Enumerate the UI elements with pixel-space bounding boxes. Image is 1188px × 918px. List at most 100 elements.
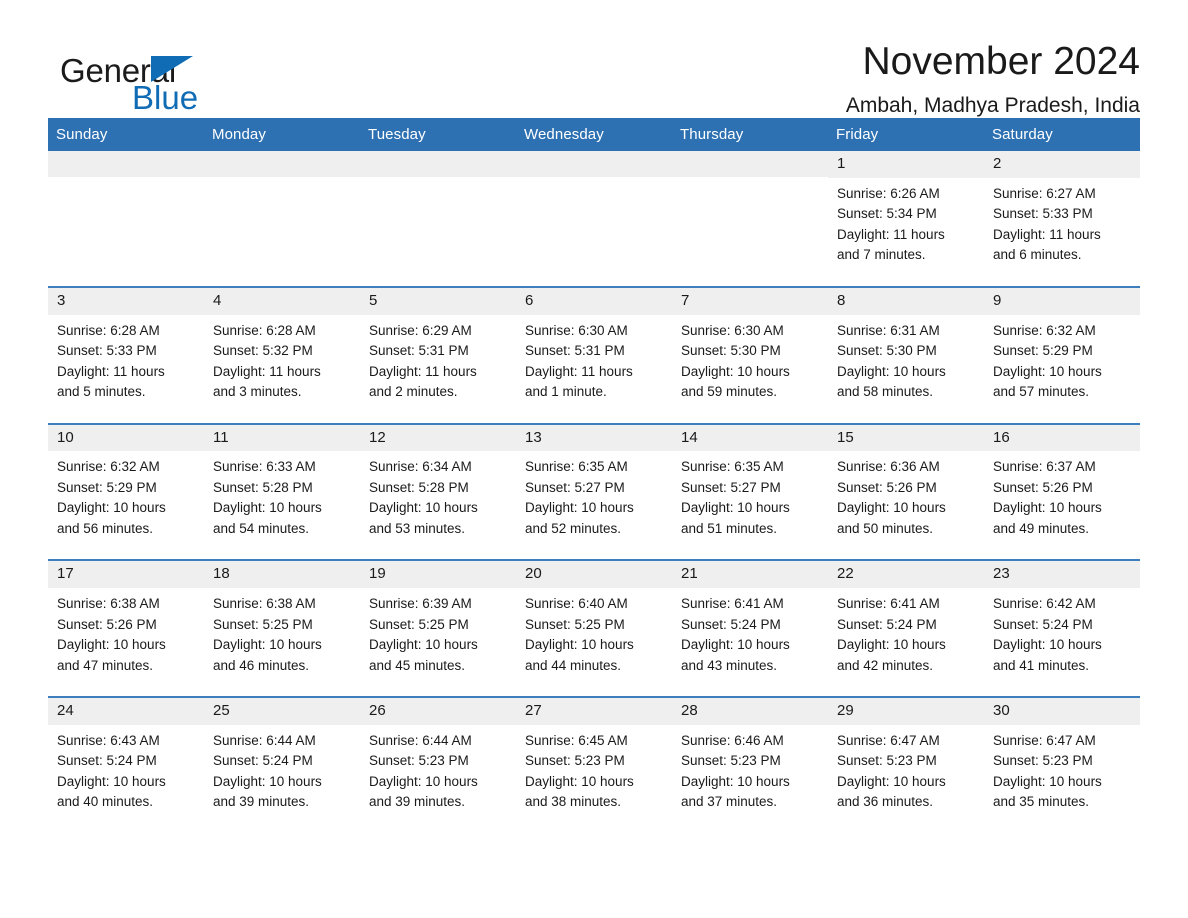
calendar-week-row: 24 Sunrise: 6:43 AM Sunset: 5:24 PM Dayligh…	[48, 696, 1140, 833]
sunrise-text: Sunrise: 6:30 AM	[681, 322, 784, 338]
calendar-day-cell[interactable]: 7 Sunrise: 6:30 AM Sunset: 5:30 PM Daylight…	[672, 285, 828, 424]
daylight-text: Daylight: 10 hours and 56 minutes.	[57, 500, 166, 536]
day-details: Sunrise: 6:41 AM Sunset: 5:24 PM Daylight:…	[828, 588, 984, 696]
sunset-text: Sunset: 5:31 PM	[525, 343, 625, 359]
daylight-text: Daylight: 10 hours and 40 minutes.	[57, 773, 166, 810]
calendar-day-cell[interactable]: 8 Sunrise: 6:31 AM Sunset: 5:30 PM Daylight…	[828, 285, 984, 424]
weekday-header-tuesday: Tuesday	[360, 118, 516, 151]
calendar-day-cell[interactable]: 10 Sunrise: 6:32 AM Sunset: 5:29 PM Dayligh…	[48, 422, 204, 561]
sunrise-text: Sunrise: 6:43 AM	[57, 732, 160, 748]
calendar-day-cell[interactable]: 2 Sunrise: 6:27 AM Sunset: 5:33 PM Daylight…	[984, 151, 1140, 287]
daylight-text: Daylight: 10 hours and 46 minutes.	[213, 637, 322, 673]
sunset-text: Sunset: 5:24 PM	[837, 616, 937, 632]
day-details: Sunrise: 6:30 AM Sunset: 5:31 PM Daylight:…	[516, 315, 672, 423]
daylight-text: Daylight: 11 hours and 3 minutes.	[213, 363, 321, 400]
day-details: Sunrise: 6:33 AM Sunset: 5:28 PM Daylight:…	[204, 451, 360, 559]
daylight-text: Daylight: 11 hours and 7 minutes.	[837, 226, 945, 263]
sunrise-text: Sunrise: 6:32 AM	[993, 322, 1096, 338]
sunrise-text: Sunrise: 6:41 AM	[837, 596, 940, 611]
general-blue-logo[interactable]: General Blue	[48, 38, 248, 114]
sunset-text: Sunset: 5:26 PM	[57, 616, 157, 632]
day-details: Sunrise: 6:38 AM Sunset: 5:25 PM Daylight:…	[204, 588, 360, 696]
daylight-text: Daylight: 10 hours and 59 minutes.	[681, 363, 790, 400]
calendar-day-cell[interactable]: 26 Sunrise: 6:44 AM Sunset: 5:23 PM Dayligh…	[360, 696, 516, 833]
day-details	[48, 177, 204, 285]
sunrise-text: Sunrise: 6:26 AM	[837, 185, 940, 201]
day-number	[672, 151, 828, 177]
calendar-day-cell[interactable]: 30 Sunrise: 6:47 AM Sunset: 5:23 PM Dayligh…	[984, 696, 1140, 833]
day-details: Sunrise: 6:37 AM Sunset: 5:26 PM Daylight:…	[984, 451, 1140, 559]
daylight-text: Daylight: 10 hours and 39 minutes.	[369, 773, 478, 810]
day-details: Sunrise: 6:26 AM Sunset: 5:34 PM Daylight:…	[828, 178, 984, 286]
calendar-day-cell[interactable]: 13 Sunrise: 6:35 AM Sunset: 5:27 PM Dayligh…	[516, 422, 672, 561]
sunset-text: Sunset: 5:33 PM	[57, 343, 157, 359]
sunset-text: Sunset: 5:23 PM	[369, 753, 469, 769]
calendar-day-cell[interactable]: 27 Sunrise: 6:45 AM Sunset: 5:23 PM Dayligh…	[516, 696, 672, 833]
sunrise-text: Sunrise: 6:38 AM	[213, 596, 316, 611]
sunset-text: Sunset: 5:23 PM	[993, 753, 1093, 769]
calendar-day-cell[interactable]: 6 Sunrise: 6:30 AM Sunset: 5:31 PM Daylight…	[516, 285, 672, 424]
day-details: Sunrise: 6:46 AM Sunset: 5:23 PM Daylight:…	[672, 725, 828, 833]
day-details: Sunrise: 6:41 AM Sunset: 5:24 PM Daylight:…	[672, 588, 828, 696]
daylight-text: Daylight: 10 hours and 49 minutes.	[993, 500, 1102, 536]
calendar-day-cell[interactable]: 4 Sunrise: 6:28 AM Sunset: 5:32 PM Daylight…	[204, 285, 360, 424]
calendar-day-cell-empty	[360, 151, 516, 287]
calendar-day-cell[interactable]: 19 Sunrise: 6:39 AM Sunset: 5:25 PM Dayligh…	[360, 559, 516, 697]
daylight-text: Daylight: 11 hours and 6 minutes.	[993, 226, 1101, 263]
calendar-body: 1 Sunrise: 6:26 AM Sunset: 5:34 PM Daylight…	[48, 151, 1140, 833]
daylight-text: Daylight: 10 hours and 43 minutes.	[681, 637, 790, 673]
daylight-text: Daylight: 11 hours and 1 minute.	[525, 363, 633, 400]
calendar-day-cell[interactable]: 28 Sunrise: 6:46 AM Sunset: 5:23 PM Dayligh…	[672, 696, 828, 833]
daylight-text: Daylight: 10 hours and 53 minutes.	[369, 500, 478, 536]
sunrise-sunset-calendar: Sunday Monday Tuesday Wednesday Thursday…	[48, 118, 1140, 833]
calendar-day-cell[interactable]: 17 Sunrise: 6:38 AM Sunset: 5:26 PM Dayligh…	[48, 559, 204, 697]
calendar-day-cell[interactable]: 5 Sunrise: 6:29 AM Sunset: 5:31 PM Daylight…	[360, 285, 516, 424]
day-details: Sunrise: 6:35 AM Sunset: 5:27 PM Daylight:…	[516, 451, 672, 559]
calendar-day-cell[interactable]: 16 Sunrise: 6:37 AM Sunset: 5:26 PM Dayligh…	[984, 422, 1140, 561]
calendar-day-cell[interactable]: 23 Sunrise: 6:42 AM Sunset: 5:24 PM Dayligh…	[984, 559, 1140, 697]
sunrise-text: Sunrise: 6:34 AM	[369, 459, 472, 475]
sunset-text: Sunset: 5:34 PM	[837, 206, 937, 222]
sunset-text: Sunset: 5:33 PM	[993, 206, 1093, 222]
calendar-day-cell[interactable]: 9 Sunrise: 6:32 AM Sunset: 5:29 PM Daylight…	[984, 285, 1140, 424]
day-details: Sunrise: 6:28 AM Sunset: 5:33 PM Daylight:…	[48, 315, 204, 423]
day-details	[204, 177, 360, 285]
daylight-text: Daylight: 10 hours and 51 minutes.	[681, 500, 790, 536]
calendar-day-cell[interactable]: 21 Sunrise: 6:41 AM Sunset: 5:24 PM Dayligh…	[672, 559, 828, 697]
sunrise-text: Sunrise: 6:35 AM	[681, 459, 784, 475]
sunset-text: Sunset: 5:23 PM	[837, 753, 937, 769]
calendar-day-cell[interactable]: 18 Sunrise: 6:38 AM Sunset: 5:25 PM Dayligh…	[204, 559, 360, 697]
calendar-day-cell[interactable]: 1 Sunrise: 6:26 AM Sunset: 5:34 PM Daylight…	[828, 151, 984, 287]
sunset-text: Sunset: 5:24 PM	[681, 616, 781, 632]
day-number: 3	[48, 287, 204, 315]
calendar-week-row: 1 Sunrise: 6:26 AM Sunset: 5:34 PM Daylight…	[48, 151, 1140, 287]
day-number: 12	[360, 424, 516, 452]
sunrise-text: Sunrise: 6:36 AM	[837, 459, 940, 475]
day-number: 17	[48, 561, 204, 588]
calendar-day-cell[interactable]: 15 Sunrise: 6:36 AM Sunset: 5:26 PM Dayligh…	[828, 422, 984, 561]
day-number: 13	[516, 424, 672, 452]
calendar-day-cell[interactable]: 14 Sunrise: 6:35 AM Sunset: 5:27 PM Dayligh…	[672, 422, 828, 561]
sunset-text: Sunset: 5:27 PM	[525, 479, 625, 495]
calendar-day-cell[interactable]: 25 Sunrise: 6:44 AM Sunset: 5:24 PM Dayligh…	[204, 696, 360, 833]
sunset-text: Sunset: 5:31 PM	[369, 343, 469, 359]
sunrise-text: Sunrise: 6:27 AM	[993, 185, 1096, 201]
day-details: Sunrise: 6:32 AM Sunset: 5:29 PM Daylight:…	[48, 451, 204, 559]
calendar-day-cell[interactable]: 11 Sunrise: 6:33 AM Sunset: 5:28 PM Dayligh…	[204, 422, 360, 561]
sunset-text: Sunset: 5:28 PM	[369, 479, 469, 495]
weekday-header-friday: Friday	[828, 118, 984, 151]
calendar-day-cell[interactable]: 29 Sunrise: 6:47 AM Sunset: 5:23 PM Dayligh…	[828, 696, 984, 833]
day-number	[48, 151, 204, 177]
calendar-day-cell[interactable]: 3 Sunrise: 6:28 AM Sunset: 5:33 PM Daylight…	[48, 285, 204, 424]
calendar-day-cell[interactable]: 24 Sunrise: 6:43 AM Sunset: 5:24 PM Dayligh…	[48, 696, 204, 833]
day-details: Sunrise: 6:40 AM Sunset: 5:25 PM Daylight:…	[516, 588, 672, 696]
day-number	[204, 151, 360, 177]
sunset-text: Sunset: 5:25 PM	[369, 616, 469, 632]
sunrise-text: Sunrise: 6:41 AM	[681, 596, 784, 611]
calendar-day-cell[interactable]: 12 Sunrise: 6:34 AM Sunset: 5:28 PM Dayligh…	[360, 422, 516, 561]
sunset-text: Sunset: 5:28 PM	[213, 479, 313, 495]
daylight-text: Daylight: 10 hours and 52 minutes.	[525, 500, 634, 536]
calendar-day-cell[interactable]: 22 Sunrise: 6:41 AM Sunset: 5:24 PM Dayligh…	[828, 559, 984, 697]
calendar-day-cell[interactable]: 20 Sunrise: 6:40 AM Sunset: 5:25 PM Dayligh…	[516, 559, 672, 697]
day-details	[516, 177, 672, 285]
